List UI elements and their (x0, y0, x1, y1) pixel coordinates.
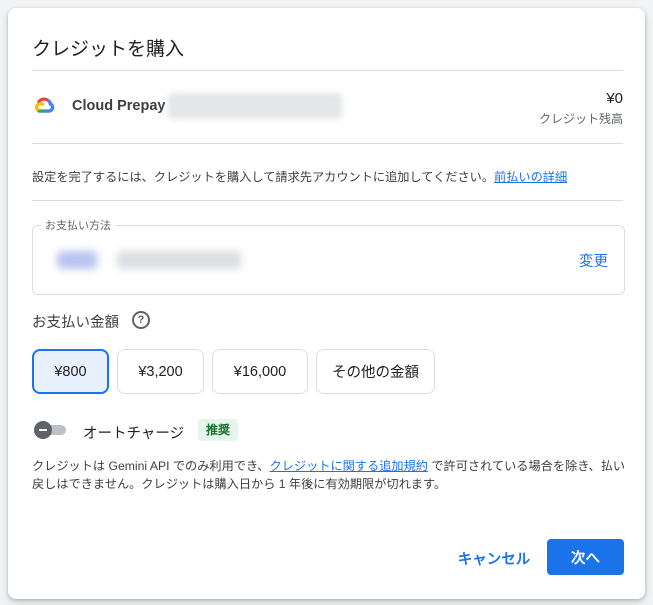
autocharge-toggle[interactable] (34, 420, 68, 440)
credit-balance-value: ¥0 (606, 90, 623, 107)
recommended-badge: 推奨 (198, 419, 239, 441)
divider (32, 70, 623, 71)
toggle-knob (34, 421, 52, 439)
next-button[interactable]: 次へ (547, 539, 624, 575)
cancel-button[interactable]: キャンセル (449, 540, 539, 576)
disclaimer-part1: クレジットは Gemini API でのみ利用でき、 (32, 459, 270, 473)
amount-option-other[interactable]: その他の金額 (316, 349, 435, 394)
purchase-credits-dialog: クレジットを購入 Cloud Prepay ¥0 クレジット残高 設定を完了する… (8, 8, 645, 599)
autocharge-label: オートチャージ (83, 426, 185, 442)
google-cloud-logo-icon (35, 97, 55, 113)
help-icon[interactable]: ? (132, 311, 150, 329)
card-brand-redacted (57, 251, 97, 269)
prepay-details-link[interactable]: 前払いの詳細 (494, 170, 567, 184)
amount-option-16000[interactable]: ¥16,000 (212, 349, 308, 394)
amount-option-3200[interactable]: ¥3,200 (117, 349, 204, 394)
info-message: 設定を完了するには、クレジットを購入して請求先アカウントに追加してください。 (32, 170, 495, 184)
credit-balance-label: クレジット残高 (538, 112, 623, 126)
payment-amount-label: お支払い金額 (32, 315, 119, 331)
account-row: Cloud Prepay ¥0 クレジット残高 (32, 88, 623, 132)
dialog-title: クレジットを購入 (32, 39, 185, 60)
account-name: Cloud Prepay (72, 98, 166, 114)
account-id-redacted (168, 93, 342, 119)
change-payment-button[interactable]: 変更 (579, 250, 608, 271)
divider (32, 143, 623, 144)
divider (32, 200, 623, 201)
payment-method-field[interactable]: お支払い方法 変更 (32, 217, 625, 295)
payment-method-legend: お支払い方法 (41, 217, 115, 233)
card-number-redacted (117, 251, 241, 269)
amount-option-800[interactable]: ¥800 (32, 349, 109, 394)
additional-terms-link[interactable]: クレジットに関する追加規約 (270, 459, 428, 473)
info-text: 設定を完了するには、クレジットを購入して請求先アカウントに追加してください。前払… (32, 167, 567, 185)
disclaimer-text: クレジットは Gemini API でのみ利用でき、クレジットに関する追加規約 … (32, 457, 628, 493)
